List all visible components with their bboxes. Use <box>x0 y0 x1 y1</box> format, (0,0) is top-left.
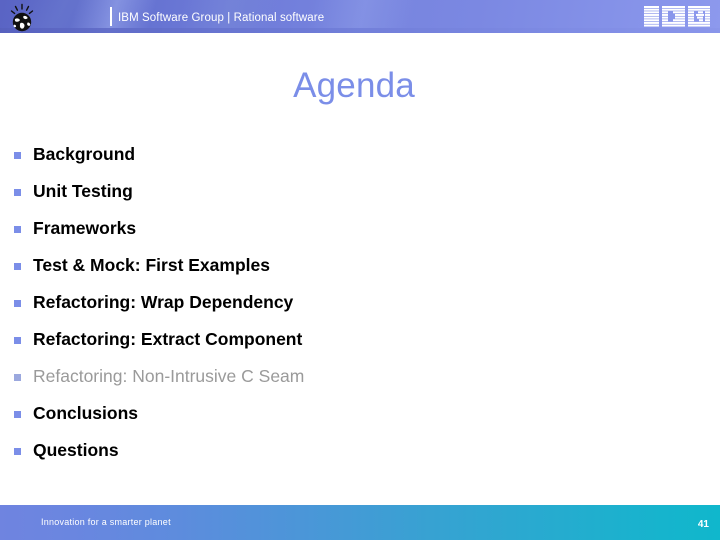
ibm-logo-icon <box>644 6 710 27</box>
agenda-item-label: Frameworks <box>33 218 137 238</box>
agenda-item-label: Background <box>33 144 136 164</box>
agenda-item-label: Questions <box>33 440 119 460</box>
square-bullet-icon <box>14 152 21 159</box>
footer-tagline: Innovation for a smarter planet <box>41 517 171 527</box>
header-divider-rule <box>110 7 112 26</box>
presentation-slide: IBM Software Group | Rational software A… <box>0 0 720 540</box>
agenda-list: Background Unit Testing Frameworks Test … <box>14 144 704 477</box>
square-bullet-icon <box>14 189 21 196</box>
agenda-item-label: Refactoring: Extract Component <box>33 329 303 349</box>
list-item: Unit Testing <box>14 181 704 218</box>
list-item-dimmed: Refactoring: Non-Intrusive C Seam <box>14 366 704 403</box>
header-brand-text: IBM Software Group | Rational software <box>118 12 325 24</box>
agenda-item-label: Refactoring: Wrap Dependency <box>33 292 294 312</box>
list-item: Questions <box>14 440 704 477</box>
agenda-item-label: Conclusions <box>33 403 139 423</box>
agenda-item-label: Refactoring: Non-Intrusive C Seam <box>33 366 305 386</box>
page-title: Agenda <box>293 66 415 105</box>
list-item: Refactoring: Wrap Dependency <box>14 292 704 329</box>
list-item: Background <box>14 144 704 181</box>
list-item: Frameworks <box>14 218 704 255</box>
square-bullet-icon <box>14 448 21 455</box>
square-bullet-icon <box>14 337 21 344</box>
list-item: Refactoring: Extract Component <box>14 329 704 366</box>
smarter-planet-globe-icon <box>10 3 34 32</box>
square-bullet-icon <box>14 374 21 381</box>
square-bullet-icon <box>14 226 21 233</box>
square-bullet-icon <box>14 263 21 270</box>
slide-header-band: IBM Software Group | Rational software <box>0 0 720 33</box>
square-bullet-icon <box>14 411 21 418</box>
agenda-item-label: Test & Mock: First Examples <box>33 255 270 275</box>
list-item: Conclusions <box>14 403 704 440</box>
header-bottom-edge <box>0 28 720 33</box>
agenda-item-label: Unit Testing <box>33 181 133 201</box>
list-item: Test & Mock: First Examples <box>14 255 704 292</box>
square-bullet-icon <box>14 300 21 307</box>
page-number: 41 <box>697 519 709 530</box>
